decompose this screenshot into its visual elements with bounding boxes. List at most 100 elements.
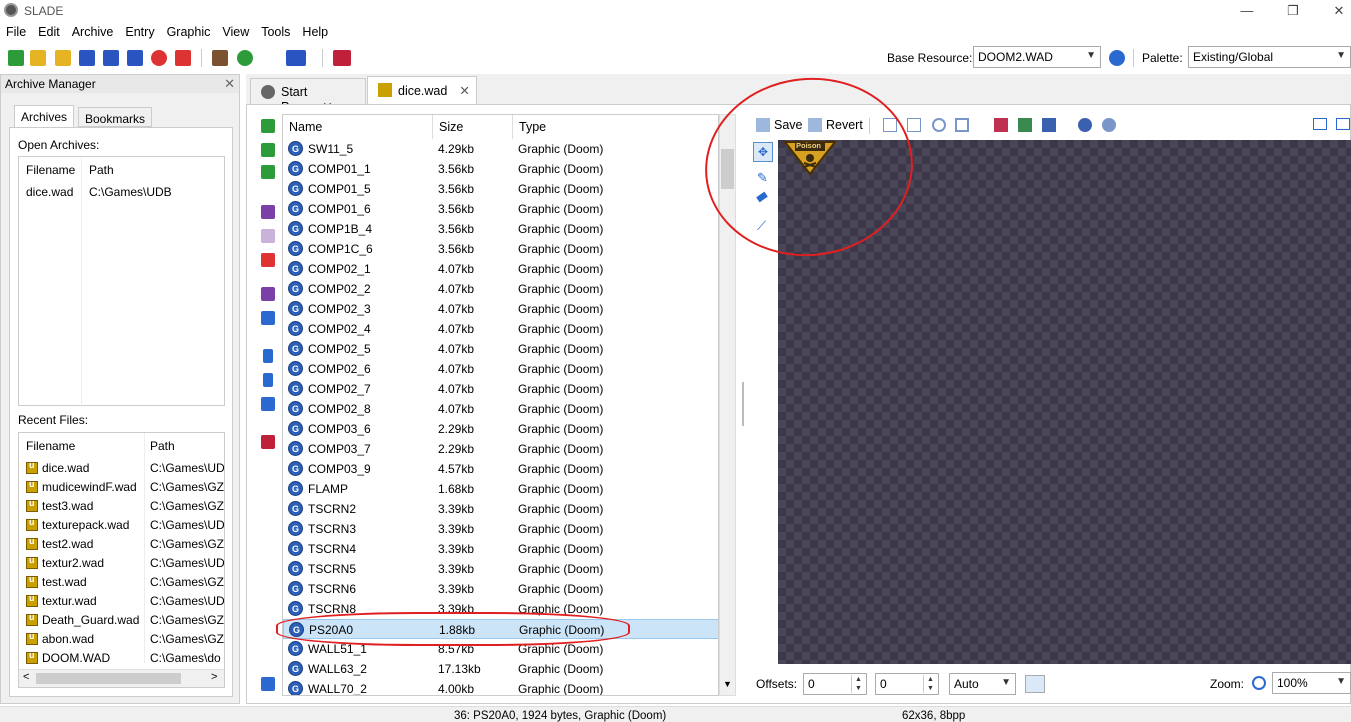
menu-graphic[interactable]: Graphic: [161, 22, 217, 39]
base-resource-select[interactable]: DOOM2.WAD ▼: [973, 46, 1101, 68]
recent-file-name[interactable]: test3.wad: [26, 498, 93, 513]
recent-file-path[interactable]: C:\Games\do: [150, 651, 224, 665]
table-row[interactable]: G TSCRN5 3.39kb Graphic (Doom): [283, 559, 718, 579]
open-archives-list[interactable]: Filename Path dice.wad C:\Games\UDB: [18, 156, 225, 407]
text-editor-icon[interactable]: [212, 50, 228, 66]
export-icon[interactable]: [261, 165, 275, 179]
table-row[interactable]: G WALL70_2 4.00kb Graphic (Doom): [283, 679, 718, 695]
recent-file-path[interactable]: C:\Games\UD: [150, 518, 224, 532]
filter-icon[interactable]: [261, 677, 275, 691]
col-filename[interactable]: Filename: [26, 163, 75, 177]
colourise-icon[interactable]: [1018, 118, 1032, 132]
col-size[interactable]: Size: [433, 115, 513, 139]
horizontal-scrollbar[interactable]: < >: [19, 669, 224, 687]
menu-tools[interactable]: Tools: [255, 22, 296, 39]
col-type[interactable]: Type: [513, 115, 718, 139]
sort-icon[interactable]: [261, 397, 275, 411]
table-row[interactable]: G COMP03_6 2.29kb Graphic (Doom): [283, 419, 718, 439]
move-icon[interactable]: [261, 311, 275, 325]
open-dir-icon[interactable]: [55, 50, 71, 66]
recent-file-name[interactable]: abon.wad: [26, 631, 94, 646]
table-row[interactable]: G COMP03_9 4.57kb Graphic (Doom): [283, 459, 718, 479]
table-row[interactable]: G TSCRN2 3.39kb Graphic (Doom): [283, 499, 718, 519]
rotate-icon[interactable]: [932, 118, 946, 132]
recent-file-name[interactable]: mudicewindF.wad: [26, 479, 137, 494]
open-archive-icon[interactable]: [30, 50, 46, 66]
table-row[interactable]: G COMP1B_4 3.56kb Graphic (Doom): [283, 219, 718, 239]
view-mode-icon[interactable]: [1313, 118, 1327, 130]
table-row[interactable]: G COMP02_1 4.07kb Graphic (Doom): [283, 259, 718, 279]
menu-edit[interactable]: Edit: [32, 22, 66, 39]
offset-mode-select[interactable]: Auto ▼: [949, 673, 1016, 695]
menu-entry[interactable]: Entry: [119, 22, 160, 39]
tab-start-page[interactable]: Start Page✕: [250, 78, 366, 114]
delete-icon[interactable]: [261, 253, 275, 267]
arrow-down-icon[interactable]: [263, 373, 273, 387]
col-name[interactable]: Name: [283, 115, 433, 139]
table-row[interactable]: G COMP03_7 2.29kb Graphic (Doom): [283, 439, 718, 459]
table-row[interactable]: G TSCRN3 3.39kb Graphic (Doom): [283, 519, 718, 539]
save-as-icon[interactable]: [103, 50, 119, 66]
table-row[interactable]: G COMP02_5 4.07kb Graphic (Doom): [283, 339, 718, 359]
recent-file-name[interactable]: Death_Guard.wad: [26, 612, 139, 627]
recent-file-path[interactable]: C:\Games\GZ: [150, 632, 224, 646]
arrow-up-icon[interactable]: [263, 349, 273, 363]
recent-file-name[interactable]: test.wad: [26, 574, 87, 589]
recent-file-path[interactable]: C:\Games\GZ: [150, 537, 224, 551]
menu-file[interactable]: File: [0, 22, 32, 39]
recent-file-path[interactable]: C:\Games\GZ: [150, 480, 224, 494]
col-path[interactable]: Path: [89, 163, 114, 177]
table-row[interactable]: G COMP02_7 4.07kb Graphic (Doom): [283, 379, 718, 399]
table-row[interactable]: G COMP01_1 3.56kb Graphic (Doom): [283, 159, 718, 179]
rename-icon[interactable]: [261, 205, 275, 219]
table-row[interactable]: G COMP01_5 3.56kb Graphic (Doom): [283, 179, 718, 199]
splitter-handle[interactable]: [742, 382, 744, 426]
bookmark-dropdown-icon[interactable]: [333, 50, 351, 66]
table-row[interactable]: G COMP02_4 4.07kb Graphic (Doom): [283, 319, 718, 339]
save-all-icon[interactable]: [127, 50, 143, 66]
recent-file-name[interactable]: DOOM.WAD: [26, 650, 110, 665]
palette-select[interactable]: Existing/Global ▼: [1188, 46, 1351, 68]
gear-icon[interactable]: [1109, 50, 1125, 66]
tab-bookmarks[interactable]: Bookmarks: [78, 107, 153, 127]
menu-archive[interactable]: Archive: [66, 22, 120, 39]
tab-dice-wad[interactable]: dice.wad ✕: [367, 76, 477, 104]
table-row[interactable]: G COMP02_8 4.07kb Graphic (Doom): [283, 399, 718, 419]
palette-convert-icon[interactable]: [1078, 118, 1092, 132]
colour-remap-icon[interactable]: [994, 118, 1008, 132]
recent-file-path[interactable]: C:\Games\UD: [150, 594, 224, 608]
new-entry-icon[interactable]: [261, 119, 275, 133]
bookmark-icon[interactable]: [261, 435, 275, 449]
recent-files-list[interactable]: Filename Path dice.wad C:\Games\UD mudicew…: [18, 432, 225, 688]
fit-view-icon[interactable]: [1336, 118, 1350, 130]
open-archive-filename[interactable]: dice.wad: [26, 185, 73, 199]
table-row[interactable]: G COMP01_6 3.56kb Graphic (Doom): [283, 199, 718, 219]
table-row[interactable]: G COMP1C_6 3.56kb Graphic (Doom): [283, 239, 718, 259]
close-all-icon[interactable]: [175, 50, 191, 66]
recent-file-path[interactable]: C:\Games\GZ: [150, 613, 224, 627]
table-row[interactable]: G TSCRN6 3.39kb Graphic (Doom): [283, 579, 718, 599]
col-filename[interactable]: Filename: [26, 439, 75, 453]
new-archive-icon[interactable]: [8, 50, 24, 66]
recent-file-path[interactable]: C:\Games\UD: [150, 461, 224, 475]
recent-file-name[interactable]: dice.wad: [26, 460, 89, 475]
import-icon[interactable]: [261, 143, 275, 157]
table-row[interactable]: G COMP02_2 4.07kb Graphic (Doom): [283, 279, 718, 299]
table-row[interactable]: G SW11_5 4.29kb Graphic (Doom): [283, 139, 718, 159]
save-icon[interactable]: [79, 50, 95, 66]
recent-file-name[interactable]: textur.wad: [26, 593, 97, 608]
recent-file-path[interactable]: C:\Games\GZ: [150, 499, 224, 513]
crop-icon[interactable]: [955, 118, 969, 132]
table-row[interactable]: G COMP02_6 4.07kb Graphic (Doom): [283, 359, 718, 379]
tint-icon[interactable]: [1042, 118, 1056, 132]
recent-file-path[interactable]: C:\Games\UD: [150, 556, 224, 570]
zoom-out-icon[interactable]: [1252, 676, 1266, 690]
tab-archives[interactable]: Archives: [14, 105, 75, 127]
table-row[interactable]: G TSCRN4 3.39kb Graphic (Doom): [283, 539, 718, 559]
wrench-dropdown-icon[interactable]: [286, 50, 306, 66]
bug-icon[interactable]: [237, 50, 253, 66]
apply-offsets-icon[interactable]: [1025, 675, 1045, 693]
open-archive-path[interactable]: C:\Games\UDB: [89, 185, 223, 199]
optimize-icon[interactable]: [1102, 118, 1116, 132]
offset-y-spinner[interactable]: 0 ▲ ▼: [875, 673, 939, 695]
